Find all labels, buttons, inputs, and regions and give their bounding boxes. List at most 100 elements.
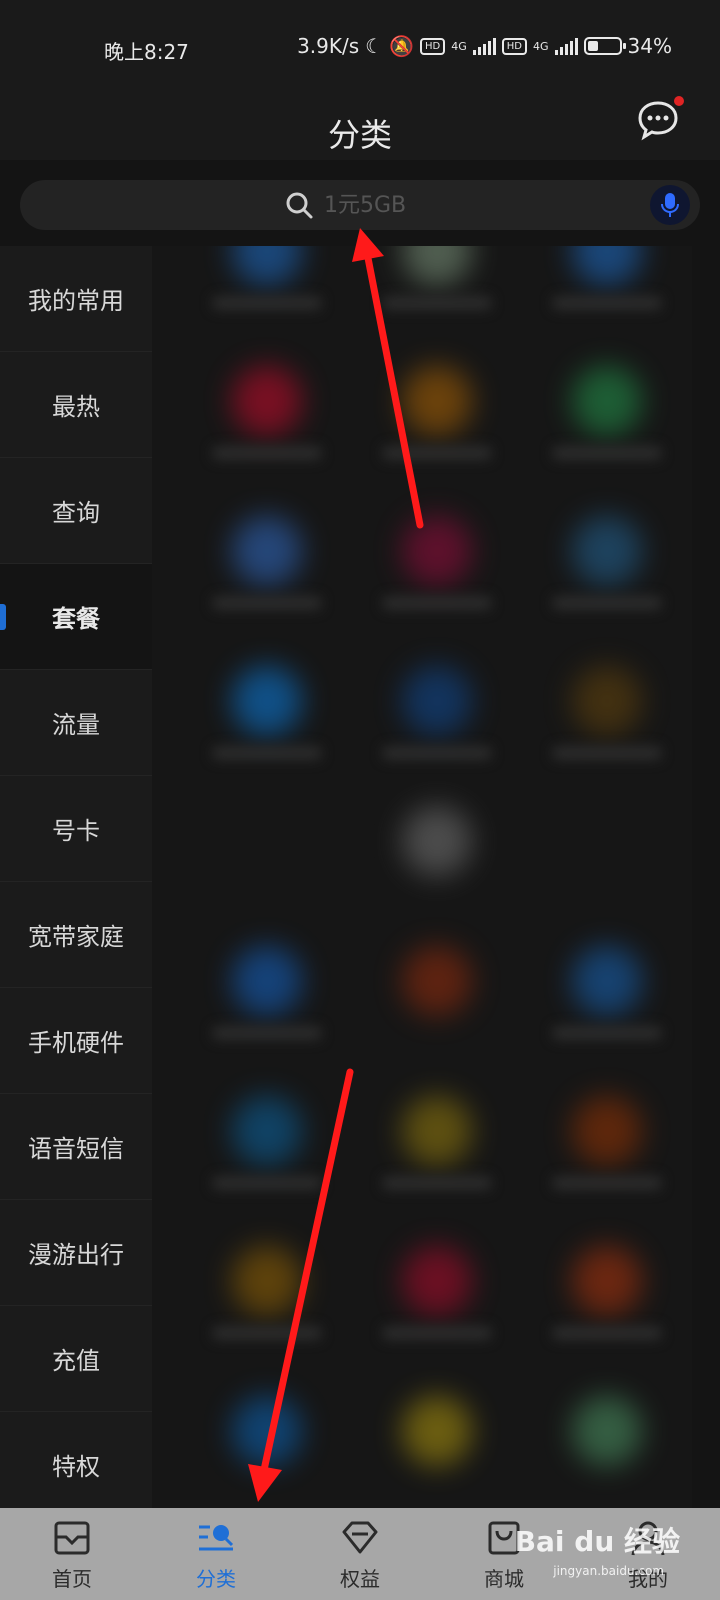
search-bar[interactable] [20, 180, 700, 230]
tab-label: 分类 [196, 1567, 236, 1591]
sidebar-item-label: 号卡 [52, 817, 100, 845]
sidebar-item-hardware[interactable]: 手机硬件 [0, 988, 152, 1094]
blurred-item-label [212, 596, 322, 610]
blurred-item-label [382, 1176, 492, 1190]
blurred-item-label [212, 1176, 322, 1190]
sidebar-item-hottest[interactable]: 最热 [0, 352, 152, 458]
blurred-item-icon [232, 246, 302, 286]
blurred-item-icon [402, 806, 472, 876]
blurred-item-label [552, 596, 662, 610]
blurred-item-label [552, 446, 662, 460]
sidebar-item-sim-card[interactable]: 号卡 [0, 776, 152, 882]
sidebar-item-label: 漫游出行 [28, 1241, 124, 1269]
blurred-item-icon [402, 516, 472, 586]
blurred-item-icon [232, 1096, 302, 1166]
blurred-item-label [212, 296, 322, 310]
hd-badge-2: HD [501, 37, 528, 55]
category-sidebar: 我的常用 最热 查询 套餐 流量 号卡 宽带家庭 手机硬件 语音短信 漫游出行 … [0, 246, 152, 1518]
blurred-item-icon [572, 666, 642, 736]
status-indicators: 3.9K/s ☾ 🔕 HD 4G HD 4G 34% [297, 34, 672, 58]
blurred-item-label [552, 296, 662, 310]
blurred-item-label [212, 746, 322, 760]
tab-label: 权益 [340, 1567, 380, 1591]
blurred-item-label [382, 446, 492, 460]
sidebar-item-label: 查询 [52, 499, 100, 527]
tab-home[interactable]: 首页 [17, 1508, 127, 1600]
signal-icon [472, 37, 496, 55]
battery-percent: 34% [627, 34, 672, 58]
blurred-item-label [382, 296, 492, 310]
blurred-item-icon [402, 1246, 472, 1316]
sidebar-item-roaming[interactable]: 漫游出行 [0, 1200, 152, 1306]
blurred-item-icon [572, 1396, 642, 1466]
message-button[interactable] [634, 94, 686, 144]
blurred-item-label [552, 1176, 662, 1190]
hd-badge-1: HD [420, 37, 446, 55]
network-type-2: 4G [533, 39, 549, 53]
blurred-item-label [552, 1026, 662, 1040]
tab-benefits[interactable]: 权益 [305, 1508, 415, 1600]
blurred-item-icon [572, 516, 642, 586]
blurred-item-label [552, 1326, 662, 1340]
home-icon [54, 1521, 90, 1555]
blurred-item-icon [572, 1096, 642, 1166]
status-time: 晚上8:27 [104, 40, 189, 64]
signal-icon [554, 37, 578, 55]
blurred-item-icon [232, 946, 302, 1016]
blurred-item-icon [232, 1396, 302, 1466]
blurred-item-icon [232, 1246, 302, 1316]
sidebar-item-voice-sms[interactable]: 语音短信 [0, 1094, 152, 1200]
blurred-item-icon [572, 946, 642, 1016]
watermark-logo: Bai du 经验 [514, 1525, 680, 1558]
sidebar-item-label: 最热 [52, 393, 100, 421]
blurred-item-icon [402, 1096, 472, 1166]
sidebar-item-label: 特权 [52, 1453, 100, 1481]
blurred-item-icon [402, 666, 472, 736]
blurred-item-label [212, 1326, 322, 1340]
sidebar-item-label: 套餐 [52, 605, 100, 633]
blurred-item-icon [572, 246, 642, 286]
network-speed: 3.9K/s [297, 34, 360, 58]
network-type-1: 4G [451, 39, 467, 53]
search-area [0, 160, 720, 246]
battery-icon [583, 37, 626, 55]
blurred-item-icon [232, 516, 302, 586]
status-bar: 晚上8:27 3.9K/s ☾ 🔕 HD 4G HD 4G 34% [0, 0, 720, 96]
blurred-item-icon [572, 1246, 642, 1316]
search-icon [286, 192, 313, 219]
blurred-item-label [552, 746, 662, 760]
sidebar-item-data[interactable]: 流量 [0, 670, 152, 776]
sidebar-item-plans[interactable]: 套餐 [0, 564, 152, 670]
blurred-item-icon [402, 1396, 472, 1466]
blurred-item-icon [232, 666, 302, 736]
sidebar-item-label: 手机硬件 [28, 1029, 124, 1057]
blurred-item-icon [402, 946, 472, 1016]
tab-category[interactable]: 分类 [161, 1508, 271, 1600]
sidebar-item-label: 语音短信 [28, 1135, 124, 1163]
blurred-item-icon [402, 366, 472, 436]
mute-bell-icon: 🔕 [389, 34, 415, 58]
category-content-blurred [152, 246, 692, 1508]
sidebar-item-recharge[interactable]: 充值 [0, 1306, 152, 1412]
tab-label: 商城 [484, 1567, 524, 1591]
blurred-item-label [382, 1326, 492, 1340]
blurred-item-icon [232, 366, 302, 436]
voice-search-button[interactable] [650, 185, 690, 225]
sidebar-item-broadband[interactable]: 宽带家庭 [0, 882, 152, 988]
sidebar-item-favorites[interactable]: 我的常用 [0, 246, 152, 352]
sidebar-item-query[interactable]: 查询 [0, 458, 152, 564]
moon-icon: ☾ [365, 34, 384, 58]
blurred-item-label [212, 446, 322, 460]
blurred-item-label [382, 596, 492, 610]
notification-dot [672, 94, 686, 108]
sidebar-item-label: 流量 [52, 711, 100, 739]
tab-label: 首页 [52, 1567, 92, 1591]
sidebar-item-label: 宽带家庭 [28, 923, 124, 951]
sidebar-item-privileges[interactable]: 特权 [0, 1412, 152, 1518]
search-input[interactable] [322, 191, 436, 219]
sidebar-item-label: 充值 [52, 1347, 100, 1375]
category-icon [199, 1525, 234, 1551]
page-title: 分类 [327, 116, 392, 154]
app-header: 分类 [0, 94, 720, 161]
sidebar-item-label: 我的常用 [28, 287, 124, 315]
